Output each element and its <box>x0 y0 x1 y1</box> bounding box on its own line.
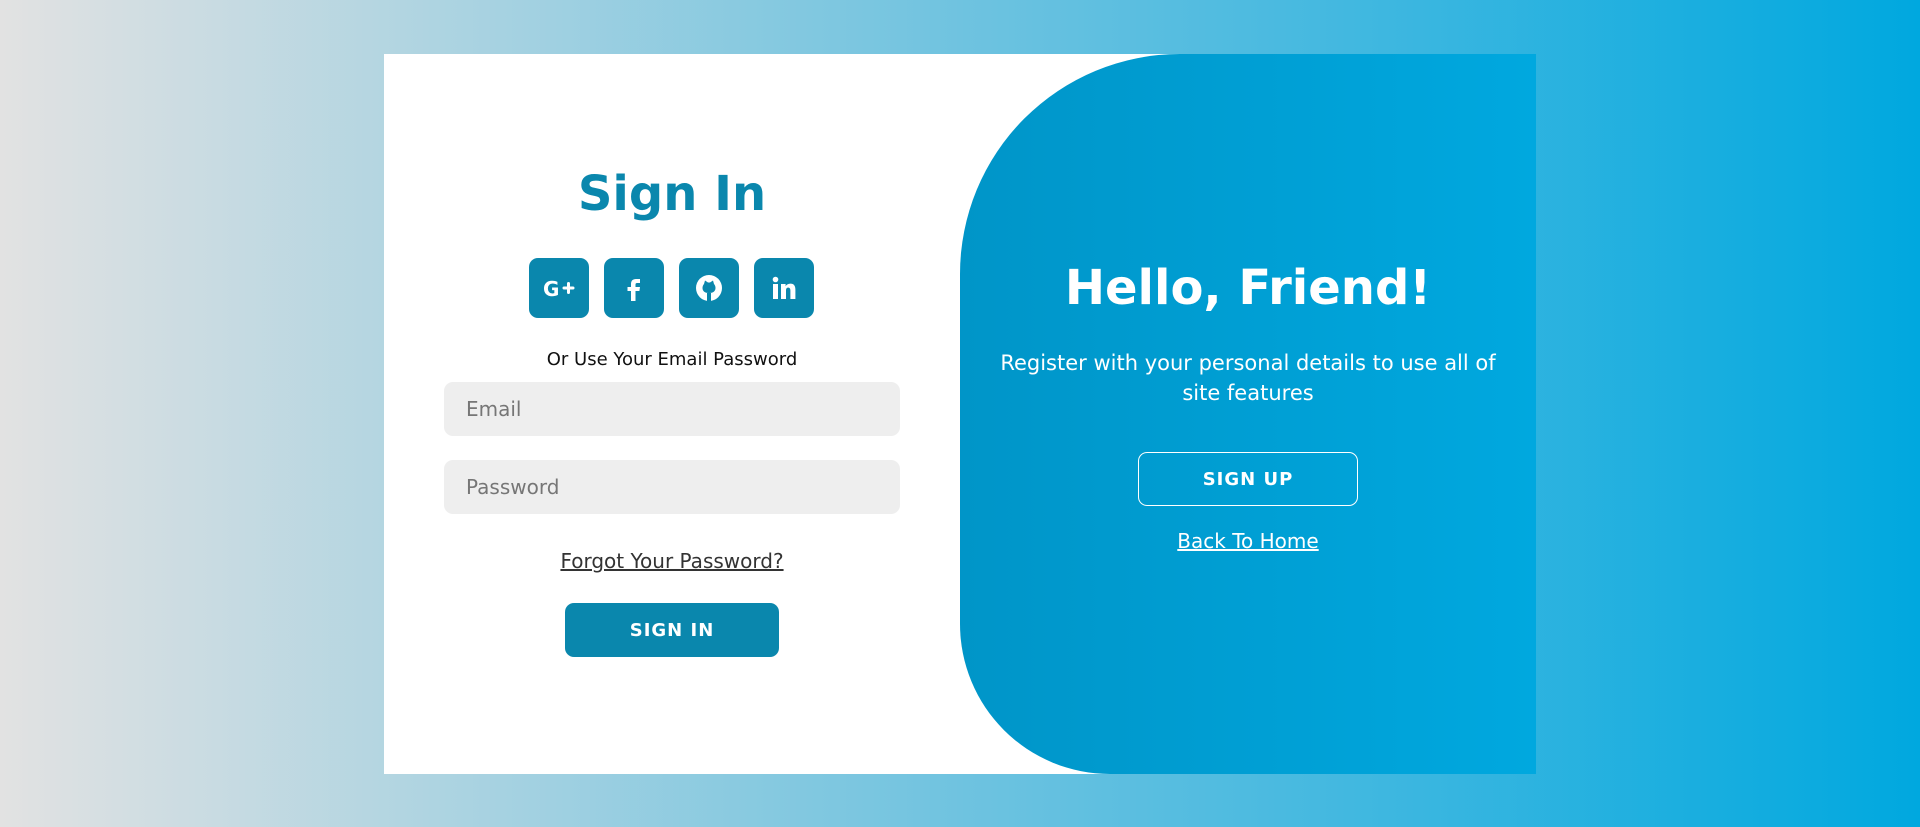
github-button[interactable] <box>679 258 739 318</box>
forgot-password-link[interactable]: Forgot Your Password? <box>384 549 960 573</box>
signup-title: Hello, Friend! <box>1064 260 1432 316</box>
alt-signin-text: Or Use Your Email Password <box>546 349 798 370</box>
signup-button[interactable]: SIGN UP <box>1138 452 1358 506</box>
password-field[interactable] <box>444 460 900 514</box>
signin-button[interactable]: SIGN IN <box>565 603 779 657</box>
svg-text:G: G <box>543 277 559 301</box>
back-to-home-link[interactable]: Back To Home <box>960 529 1536 553</box>
linkedin-button[interactable] <box>754 258 814 318</box>
social-buttons: G <box>529 258 814 318</box>
google-plus-icon: G <box>543 277 575 301</box>
linkedin-icon <box>772 276 796 299</box>
github-icon <box>696 275 722 301</box>
google-plus-button[interactable]: G <box>529 258 589 318</box>
signin-title: Sign In <box>577 166 767 222</box>
facebook-button[interactable] <box>604 258 664 318</box>
email-field[interactable] <box>444 382 900 436</box>
auth-card: Sign In G Or Use Your Email Password Ema… <box>384 54 1536 774</box>
facebook-icon <box>627 279 640 301</box>
signin-panel: Sign In G Or Use Your Email Password Ema… <box>384 54 960 774</box>
signup-panel: Hello, Friend! Register with your person… <box>960 54 1536 774</box>
signup-description: Register with your personal details to u… <box>1000 351 1496 405</box>
